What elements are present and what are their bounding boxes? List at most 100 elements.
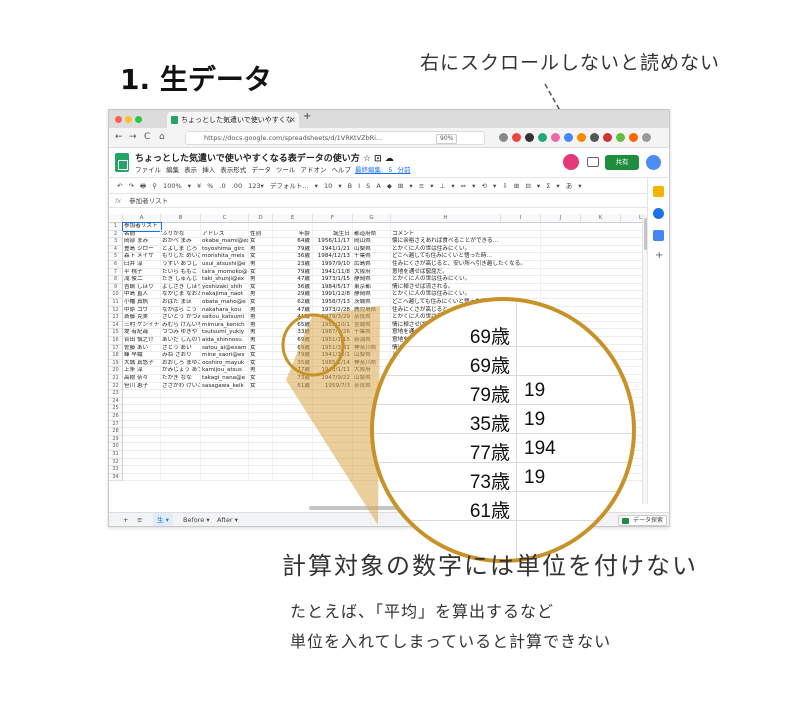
row-header[interactable]: 8 — [109, 276, 123, 284]
table-cell[interactable]: 静岡県 — [353, 276, 391, 284]
table-cell[interactable] — [201, 451, 249, 459]
table-cell[interactable]: 1979/3/29 — [313, 314, 353, 322]
table-cell[interactable] — [123, 420, 161, 429]
table-cell[interactable]: 女 — [249, 238, 273, 246]
add-addon-icon[interactable]: + — [655, 250, 663, 261]
column-header[interactable]: D — [249, 214, 273, 223]
extension-icon[interactable] — [629, 133, 638, 142]
table-cell[interactable]: もりした めいさ — [161, 253, 201, 261]
menu-bar[interactable]: ファイル 編集 表示 挿入 表示形式 データ ツール アドオン ヘルプ 最終編集:… — [135, 164, 411, 174]
table-cell[interactable]: 79歳 — [273, 268, 313, 277]
table-cell[interactable]: 滝 俊二 — [123, 276, 161, 284]
table-cell[interactable]: 誕生日 — [313, 230, 353, 239]
table-cell[interactable] — [123, 435, 161, 444]
home-icon[interactable]: ⌂ — [159, 132, 165, 142]
tab-after[interactable]: After ▾ — [217, 513, 238, 526]
table-cell[interactable] — [161, 420, 201, 429]
table-cell[interactable]: みむら けんいち — [161, 321, 201, 330]
table-cell[interactable] — [313, 390, 353, 398]
column-header[interactable]: B — [161, 214, 201, 223]
table-cell[interactable] — [313, 397, 353, 406]
table-cell[interactable]: 男 — [249, 276, 273, 284]
table-cell[interactable]: 23歳 — [273, 261, 313, 269]
table-cell[interactable]: 大阪府 — [353, 268, 391, 277]
table-cell[interactable]: 69歳 — [273, 344, 313, 353]
table-cell[interactable] — [313, 405, 353, 413]
row-header[interactable]: 3 — [109, 238, 123, 246]
table-cell[interactable] — [249, 397, 273, 406]
table-cell[interactable]: 佐藤 あい — [123, 344, 161, 353]
table-cell[interactable] — [249, 223, 273, 231]
table-cell[interactable] — [161, 428, 201, 436]
table-cell[interactable]: 吉嶋 しほり — [123, 283, 161, 292]
table-cell[interactable]: 鹿児島県 — [353, 306, 391, 315]
last-edit-link[interactable]: 最終編集: 5 分前 — [355, 166, 410, 174]
table-cell[interactable] — [201, 413, 249, 421]
row-header[interactable]: 22 — [109, 382, 123, 391]
table-cell[interactable] — [249, 466, 273, 474]
table-cell[interactable]: たかぎ なな — [161, 375, 201, 383]
table-cell[interactable]: 男 — [249, 314, 273, 322]
table-cell[interactable]: 47歳 — [273, 276, 313, 284]
table-cell[interactable] — [501, 261, 541, 269]
table-cell[interactable]: 36歳 — [273, 283, 313, 292]
table-cell[interactable]: 山梨県 — [353, 245, 391, 254]
table-cell[interactable]: ふりがな — [161, 230, 201, 239]
row-header[interactable]: 1 — [109, 223, 123, 231]
row-header[interactable]: 19 — [109, 359, 123, 368]
avatar[interactable] — [646, 155, 661, 170]
column-header[interactable]: K — [581, 214, 621, 223]
table-cell[interactable]: 斎藤 克実 — [123, 314, 161, 322]
table-cell[interactable]: 1997/9/10 — [313, 261, 353, 269]
row-header[interactable]: 29 — [109, 435, 123, 444]
back-icon[interactable]: ← — [115, 132, 123, 142]
table-cell[interactable]: 女 — [249, 344, 273, 353]
table-cell[interactable] — [501, 230, 541, 239]
table-cell[interactable]: たいら ももこ — [161, 268, 201, 277]
table-cell[interactable]: 1958/7/13 — [313, 299, 353, 307]
forward-icon[interactable]: → — [129, 132, 137, 142]
table-cell[interactable]: morishita_meis — [201, 253, 249, 261]
column-header[interactable]: I — [501, 214, 541, 223]
table-cell[interactable] — [249, 428, 273, 436]
menu-items[interactable]: ファイル 編集 表示 挿入 表示形式 データ ツール アドオン ヘルプ — [135, 166, 351, 174]
table-cell[interactable]: さいとう かつみ — [161, 314, 201, 322]
table-cell[interactable] — [249, 458, 273, 467]
table-cell[interactable]: aida_shinnosu — [201, 337, 249, 345]
keep-icon[interactable] — [653, 186, 664, 197]
table-cell[interactable] — [201, 443, 249, 451]
close-window-icon[interactable] — [115, 116, 122, 123]
table-cell[interactable]: 1973/2/28 — [313, 306, 353, 315]
table-cell[interactable]: 女 — [249, 375, 273, 383]
table-cell[interactable]: 男 — [249, 367, 273, 375]
table-cell[interactable]: 平 桃子 — [123, 268, 161, 277]
table-cell[interactable]: 臼井 淳 — [123, 261, 161, 269]
table-cell[interactable] — [161, 458, 201, 467]
table-cell[interactable]: よしざき しほり — [161, 283, 201, 292]
table-cell[interactable] — [273, 473, 313, 482]
table-cell[interactable]: 1941/12/1 — [313, 352, 353, 360]
row-header[interactable]: 31 — [109, 451, 123, 459]
table-cell[interactable]: 73歳 — [273, 375, 313, 383]
table-cell[interactable]: 女 — [249, 299, 273, 307]
formula-bar[interactable]: fx 参加者リスト — [109, 194, 669, 208]
table-cell[interactable]: 1951/3/31 — [313, 344, 353, 353]
extension-icon[interactable] — [603, 133, 612, 142]
row-header[interactable]: 15 — [109, 329, 123, 337]
row-header[interactable]: 10 — [109, 291, 123, 299]
table-cell[interactable]: 41歳 — [273, 314, 313, 322]
minimize-window-icon[interactable] — [125, 116, 132, 123]
table-cell[interactable] — [123, 458, 161, 467]
table-cell[interactable]: 1956/11/17 — [313, 238, 353, 246]
table-cell[interactable]: 茨城県 — [353, 299, 391, 307]
table-cell[interactable]: 1959/7/3 — [313, 382, 353, 391]
table-cell[interactable]: 1991/12/8 — [313, 291, 353, 299]
reload-icon[interactable]: C — [144, 132, 150, 142]
extension-icon[interactable] — [616, 133, 625, 142]
table-cell[interactable] — [501, 253, 541, 261]
row-header[interactable]: 6 — [109, 261, 123, 269]
table-cell[interactable]: yoshizaki_shih — [201, 283, 249, 292]
column-header[interactable]: F — [313, 214, 353, 223]
table-cell[interactable] — [161, 443, 201, 451]
table-cell[interactable]: tsutsumi_yukiy — [201, 329, 249, 337]
